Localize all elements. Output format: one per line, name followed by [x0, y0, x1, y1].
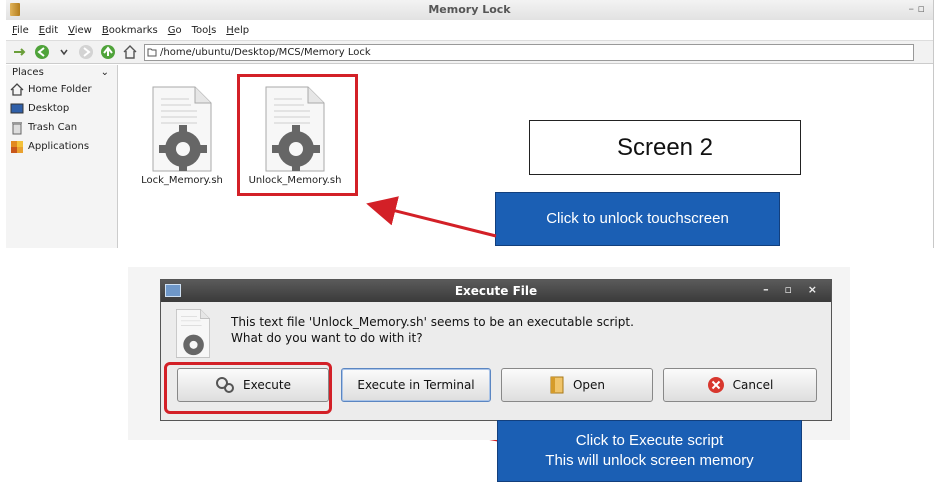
open-file-icon	[550, 376, 564, 394]
dialog-window-controls[interactable]: – ▫ ×	[763, 283, 823, 296]
arrow-to-unlock-file	[366, 196, 497, 238]
script-file-icon	[173, 308, 213, 364]
cancel-button[interactable]: Cancel	[663, 368, 817, 402]
dialog-message-line2: What do you want to do with it?	[231, 331, 423, 345]
callout-execute-line2: This will unlock screen memory	[545, 452, 754, 469]
execute-terminal-label: Execute in Terminal	[357, 378, 475, 392]
cancel-icon	[707, 377, 724, 393]
dialog-message: This text file 'Unlock_Memory.sh' seems …	[231, 314, 634, 346]
dialog-backdrop: Execute File – ▫ × This text file 'Unloc…	[128, 267, 850, 440]
callout-execute: Click to Execute script This will unlock…	[497, 420, 802, 482]
open-button[interactable]: Open	[501, 368, 653, 402]
execute-button-highlight	[164, 362, 332, 414]
dialog-message-line1: This text file 'Unlock_Memory.sh' seems …	[231, 315, 634, 329]
open-label: Open	[572, 378, 606, 392]
cancel-label: Cancel	[732, 378, 774, 392]
dialog-title: Execute File	[454, 284, 538, 298]
callout-execute-line1: Click to Execute script	[575, 432, 724, 449]
dialog-titlebar[interactable]: Execute File – ▫ ×	[161, 280, 831, 302]
execute-in-terminal-button[interactable]: Execute in Terminal	[341, 368, 491, 402]
